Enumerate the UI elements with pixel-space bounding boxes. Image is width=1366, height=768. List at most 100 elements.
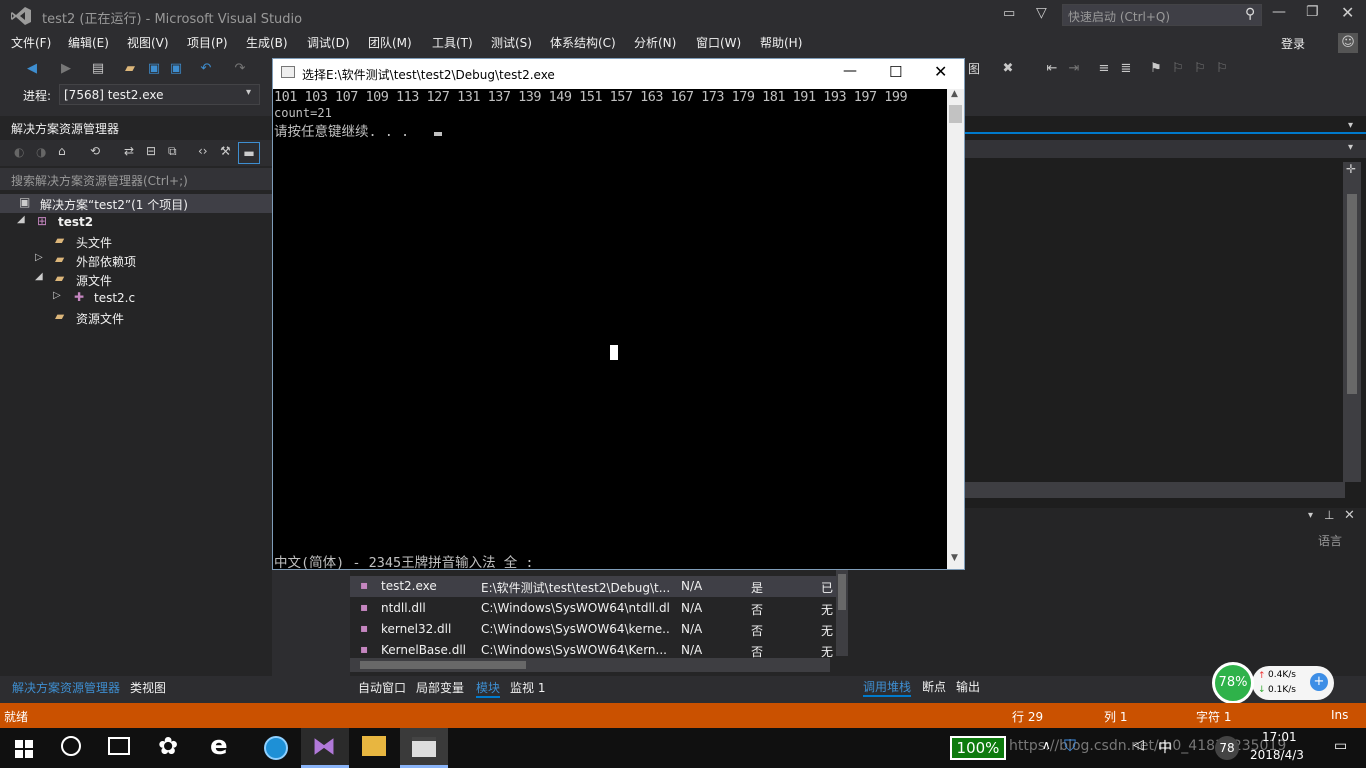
back-icon[interactable]: ◀	[24, 61, 40, 77]
console-scrollbar[interactable]: ▲ ▼	[947, 89, 964, 569]
tab-solution-explorer[interactable]: 解决方案资源管理器	[12, 679, 120, 696]
filter-icon[interactable]: ▽	[1036, 5, 1052, 21]
feedback-icon[interactable]: ▭	[1003, 6, 1019, 22]
scroll-down-icon[interactable]: ▼	[951, 553, 958, 563]
collapse-all-icon[interactable]: ⊟	[146, 144, 156, 158]
modules-vscrollbar[interactable]	[836, 570, 848, 656]
tab-watch-1[interactable]: 监视 1	[510, 679, 545, 696]
chevron-down-icon[interactable]: ▾	[1348, 120, 1353, 131]
new-project-icon[interactable]: ▤	[90, 61, 106, 77]
uncomment-icon[interactable]: ≣	[1118, 61, 1134, 77]
breakpoint-settings-icon[interactable]: ✖	[1000, 61, 1016, 77]
tab-breakpoints[interactable]: 断点	[922, 678, 946, 695]
console-maximize-button[interactable]: ☐	[889, 63, 902, 81]
expanded-icon[interactable]: ◢	[35, 271, 43, 282]
menu-window[interactable]: 窗口(W)	[696, 34, 741, 51]
taskbar-visual-studio[interactable]: ⧓	[301, 728, 349, 768]
save-all-icon[interactable]: ▣	[168, 61, 184, 77]
network-speed-widget[interactable]: ↑ 0.4K/s ↓ 0.1K/s + 78%	[1212, 662, 1334, 704]
collapsed-icon[interactable]: ▷	[35, 252, 43, 263]
console-output[interactable]: 101 103 107 109 113 127 131 137 139 149 …	[273, 89, 947, 571]
clear-bookmarks-icon[interactable]: ⚐	[1214, 61, 1230, 77]
panel-menu-icon[interactable]: ▾	[1308, 510, 1313, 521]
minimize-button[interactable]: —	[1272, 4, 1286, 20]
menu-analyze[interactable]: 分析(N)	[634, 34, 676, 51]
editor-scrollbar[interactable]: ✛	[1343, 162, 1361, 482]
scroll-thumb[interactable]	[949, 105, 962, 123]
pinwheel-app-icon[interactable]: ✿	[158, 732, 178, 760]
cortana-icon[interactable]	[61, 736, 81, 756]
back-icon[interactable]: ◐	[14, 145, 24, 159]
chevron-up-icon[interactable]: ∧	[1042, 738, 1051, 752]
windows-start-icon[interactable]	[15, 740, 33, 758]
plus-icon[interactable]: +	[1310, 673, 1328, 691]
modules-hscrollbar[interactable]	[350, 658, 830, 672]
close-button[interactable]: ✕	[1341, 3, 1354, 22]
table-row[interactable]: ▪ ntdll.dll C:\Windows\SysWOW64\ntdll.dl…	[350, 598, 840, 619]
scroll-thumb[interactable]	[838, 574, 846, 610]
step-icon[interactable]: ⇤	[1044, 61, 1060, 77]
menu-architecture[interactable]: 体系结构(C)	[550, 34, 616, 51]
edge-icon[interactable]: e	[210, 731, 228, 761]
forward-icon[interactable]: ◑	[36, 145, 46, 159]
console-minimize-button[interactable]: —	[843, 63, 857, 79]
scroll-up-icon[interactable]: ▲	[951, 89, 958, 99]
code-view-icon[interactable]: ‹›	[198, 144, 208, 158]
next-bookmark-icon[interactable]: ⚐	[1192, 61, 1208, 77]
volume-icon[interactable]: ◁	[1133, 737, 1144, 753]
history-icon[interactable]: ⟲	[90, 144, 100, 158]
menu-project[interactable]: 项目(P)	[187, 34, 228, 51]
solution-search-box[interactable]: 搜索解决方案资源管理器(Ctrl+;)	[0, 168, 272, 190]
menu-help[interactable]: 帮助(H)	[760, 34, 802, 51]
table-row[interactable]: ▪ test2.exe E:\软件测试\test\test2\Debug\t..…	[350, 576, 840, 597]
menu-debug[interactable]: 调试(D)	[307, 34, 350, 51]
tab-locals[interactable]: 局部变量	[416, 679, 464, 696]
process-select[interactable]: [7568] test2.exe ▾	[59, 84, 260, 105]
scroll-thumb[interactable]	[1347, 194, 1357, 394]
search-icon[interactable]: ⚲	[1245, 6, 1255, 22]
login-link[interactable]: 登录	[1281, 35, 1305, 52]
home-icon[interactable]: ⌂	[58, 144, 66, 158]
bookmark-icon[interactable]: ⚑	[1148, 61, 1164, 77]
scroll-thumb[interactable]	[360, 661, 526, 669]
undo-icon[interactable]: ↶	[198, 61, 214, 77]
quick-launch-box[interactable]: 快速启动 (Ctrl+Q) ⚲	[1062, 4, 1262, 26]
restore-button[interactable]: ❐	[1306, 4, 1319, 20]
navigation-bar[interactable]: ▾	[965, 140, 1366, 158]
menu-view[interactable]: 视图(V)	[127, 34, 169, 51]
prev-bookmark-icon[interactable]: ⚐	[1170, 61, 1186, 77]
avatar[interactable]: ☺	[1338, 33, 1358, 53]
tab-modules[interactable]: 模块	[476, 679, 501, 698]
tab-autos[interactable]: 自动窗口	[358, 679, 406, 696]
save-icon[interactable]: ▣	[146, 61, 162, 77]
console-close-button[interactable]: ✕	[934, 62, 947, 81]
show-all-files-icon[interactable]: ⧉	[168, 144, 177, 159]
chevron-down-icon[interactable]: ▾	[1348, 142, 1353, 153]
taskbar-console[interactable]	[400, 728, 448, 768]
tab-call-stack[interactable]: 调用堆栈	[863, 678, 912, 697]
collapsed-icon[interactable]: ▷	[53, 290, 61, 301]
expanded-icon[interactable]: ◢	[17, 214, 25, 225]
preview-icon[interactable]: ▬	[238, 142, 260, 164]
task-view-icon[interactable]	[108, 737, 130, 755]
tab-class-view[interactable]: 类视图	[130, 679, 166, 696]
menu-tools[interactable]: 工具(T)	[432, 34, 473, 51]
browser-icon[interactable]	[264, 736, 288, 760]
sync-icon[interactable]: ⇄	[124, 144, 134, 158]
table-row[interactable]: ▪ kernel32.dll C:\Windows\SysWOW64\kerne…	[350, 619, 840, 640]
menu-build[interactable]: 生成(B)	[246, 34, 288, 51]
file-explorer-icon[interactable]	[362, 736, 386, 756]
ime-indicator[interactable]: 中	[1158, 737, 1172, 757]
properties-icon[interactable]: ⚒	[220, 144, 231, 158]
close-icon[interactable]: ✕	[1344, 508, 1355, 523]
tree-solution[interactable]: ▣ 解决方案“test2”(1 个项目)	[0, 194, 272, 213]
step-over-icon[interactable]: ⇥	[1066, 61, 1082, 77]
menu-team[interactable]: 团队(M)	[368, 34, 412, 51]
pin-icon[interactable]: ⊥	[1324, 508, 1334, 522]
shield-icon[interactable]: ⛉	[1064, 736, 1076, 756]
redo-icon[interactable]: ↷	[232, 61, 248, 77]
menu-file[interactable]: 文件(F)	[11, 34, 51, 51]
tab-output[interactable]: 输出	[956, 678, 980, 695]
editor-hscrollbar[interactable]	[965, 482, 1345, 498]
menu-edit[interactable]: 编辑(E)	[68, 34, 109, 51]
